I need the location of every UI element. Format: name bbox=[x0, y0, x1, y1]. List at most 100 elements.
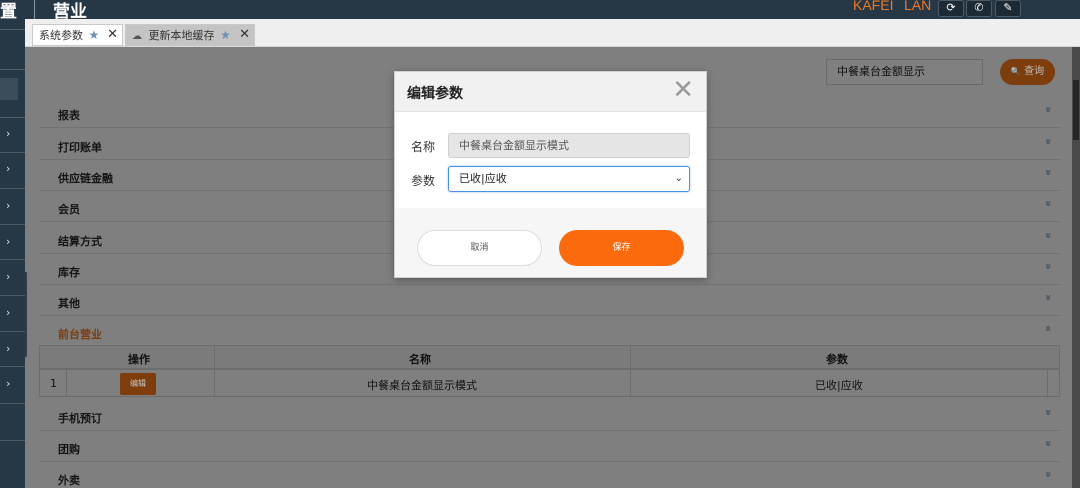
chevron-right-icon[interactable]: › bbox=[6, 162, 10, 175]
sidebar: › › › › › › › › bbox=[0, 19, 25, 488]
group-label: 供应链金融 bbox=[58, 172, 113, 185]
row-name: 中餐桌台金额显示模式 bbox=[367, 379, 477, 392]
refresh-icon: ⟳ bbox=[946, 1, 956, 14]
search-input[interactable]: 中餐桌台金额显示 bbox=[826, 59, 983, 85]
star-icon[interactable]: ★ bbox=[220, 28, 231, 42]
top-bar: 置 营业 KAFEI LAN ⟳ ✆ ✎ bbox=[0, 0, 1080, 22]
sidebar-divider bbox=[0, 259, 25, 260]
header-name: 名称 bbox=[409, 353, 431, 366]
table-row: 1 编辑 中餐桌台金额显示模式 已收|应收 bbox=[39, 369, 1060, 397]
group-label: 前台营业 bbox=[58, 328, 102, 341]
chevron-right-icon[interactable]: › bbox=[6, 377, 10, 390]
chevron-down-icon[interactable]: » bbox=[1042, 232, 1055, 239]
tab-system-params[interactable]: 系统参数 ★ ✕ bbox=[32, 24, 123, 46]
chevron-down-icon[interactable]: » bbox=[1042, 200, 1055, 207]
chevron-right-icon[interactable]: › bbox=[6, 342, 10, 355]
cancel-button[interactable]: 取消 bbox=[417, 230, 542, 266]
chevron-down-icon[interactable]: » bbox=[1042, 169, 1055, 176]
group-label: 外卖 bbox=[58, 474, 80, 487]
group-front-desk[interactable]: 前台营业 « bbox=[39, 316, 1060, 347]
close-icon[interactable]: ✕ bbox=[107, 25, 118, 45]
sidebar-divider bbox=[0, 188, 25, 189]
table-header: 操作 名称 参数 bbox=[39, 345, 1060, 369]
group-label: 手机预订 bbox=[58, 412, 102, 425]
group-label: 其他 bbox=[58, 297, 80, 310]
tab-label: 更新本地缓存 bbox=[148, 29, 215, 42]
edit-button[interactable]: ✎ bbox=[995, 0, 1021, 17]
group-label: 打印账单 bbox=[58, 141, 102, 154]
group-other[interactable]: 其他 » bbox=[39, 285, 1060, 316]
group-label: 报表 bbox=[58, 109, 80, 122]
sidebar-divider bbox=[0, 366, 25, 367]
search-button-label: 查询 bbox=[1024, 66, 1045, 77]
edit-icon: ✎ bbox=[1003, 1, 1013, 14]
scrollbar-thumb[interactable] bbox=[1073, 80, 1079, 140]
save-button[interactable]: 保存 bbox=[559, 230, 684, 266]
chevron-down-icon[interactable]: » bbox=[1042, 263, 1055, 270]
close-icon[interactable]: ✕ bbox=[672, 77, 694, 103]
phone-icon: ✆ bbox=[974, 1, 984, 14]
title-divider bbox=[34, 0, 35, 19]
refresh-button[interactable]: ⟳ bbox=[938, 0, 964, 17]
dialog-header: 编辑参数 ✕ bbox=[395, 72, 706, 112]
group-group-buy[interactable]: 团购 » bbox=[39, 431, 1060, 462]
sidebar-divider bbox=[0, 403, 25, 404]
group-label: 结算方式 bbox=[58, 235, 102, 248]
tab-label: 系统参数 bbox=[39, 29, 83, 42]
group-takeout[interactable]: 外卖 » bbox=[39, 462, 1060, 488]
param-select[interactable]: 已收|应收 ⌄ bbox=[448, 166, 690, 192]
chevron-right-icon[interactable]: › bbox=[6, 127, 10, 140]
chevron-down-icon[interactable]: » bbox=[1042, 294, 1055, 301]
column-divider bbox=[214, 346, 215, 368]
tab-update-cache[interactable]: ☁ 更新本地缓存 ★ ✕ bbox=[125, 24, 255, 46]
network-status: LAN bbox=[904, 0, 932, 13]
sidebar-item-highlight[interactable] bbox=[0, 78, 18, 100]
edit-row-button[interactable]: 编辑 bbox=[120, 373, 156, 395]
dialog-title: 编辑参数 bbox=[407, 86, 463, 102]
param-label: 参数 bbox=[411, 174, 436, 188]
group-label: 团购 bbox=[58, 443, 80, 456]
chevron-right-icon[interactable]: › bbox=[6, 270, 10, 283]
name-field: 中餐桌台金额显示模式 bbox=[448, 133, 690, 158]
sidebar-divider bbox=[0, 224, 25, 225]
chevron-down-icon: ⌄ bbox=[674, 173, 683, 184]
sidebar-divider bbox=[0, 117, 25, 118]
chevron-right-icon[interactable]: › bbox=[6, 235, 10, 248]
edit-param-dialog: 编辑参数 ✕ 名称 中餐桌台金额显示模式 参数 已收|应收 ⌄ 取消 保存 bbox=[394, 71, 707, 278]
scrollbar[interactable] bbox=[1072, 47, 1080, 488]
close-icon[interactable]: ✕ bbox=[239, 25, 250, 45]
column-divider bbox=[214, 370, 215, 396]
group-label: 库存 bbox=[58, 266, 80, 279]
chevron-down-icon[interactable]: » bbox=[1042, 409, 1055, 416]
chevron-down-icon[interactable]: » bbox=[1042, 440, 1055, 447]
row-param: 已收|应收 bbox=[815, 379, 863, 392]
sidebar-divider bbox=[0, 29, 25, 30]
phone-button[interactable]: ✆ bbox=[966, 0, 992, 17]
sidebar-divider bbox=[0, 440, 25, 441]
chevron-down-icon[interactable]: » bbox=[1042, 471, 1055, 478]
chevron-down-icon[interactable]: » bbox=[1042, 138, 1055, 145]
chevron-right-icon[interactable]: › bbox=[6, 199, 10, 212]
chevron-right-icon[interactable]: › bbox=[6, 306, 10, 319]
column-divider bbox=[66, 370, 67, 396]
user-name: KAFEI bbox=[853, 0, 894, 13]
group-label: 会员 bbox=[58, 203, 80, 216]
column-divider bbox=[630, 370, 631, 396]
chevron-down-icon[interactable]: » bbox=[1042, 106, 1055, 113]
group-mobile-booking[interactable]: 手机预订 » bbox=[39, 400, 1060, 431]
column-divider bbox=[1047, 370, 1048, 396]
sidebar-divider bbox=[0, 331, 25, 332]
sidebar-divider bbox=[0, 295, 25, 296]
chevron-up-icon[interactable]: « bbox=[1042, 325, 1055, 332]
cloud-icon: ☁ bbox=[132, 31, 142, 42]
search-icon: 🔍 bbox=[1010, 67, 1021, 76]
header-action: 操作 bbox=[128, 353, 150, 366]
sidebar-divider bbox=[0, 152, 25, 153]
row-index: 1 bbox=[50, 377, 57, 390]
param-select-value: 已收|应收 bbox=[459, 172, 507, 185]
tab-bar: 系统参数 ★ ✕ ☁ 更新本地缓存 ★ ✕ bbox=[25, 19, 1080, 47]
sidebar-divider bbox=[0, 69, 25, 70]
search-button[interactable]: 🔍 查询 bbox=[1000, 59, 1055, 85]
star-icon[interactable]: ★ bbox=[89, 28, 100, 42]
name-label: 名称 bbox=[411, 140, 436, 154]
